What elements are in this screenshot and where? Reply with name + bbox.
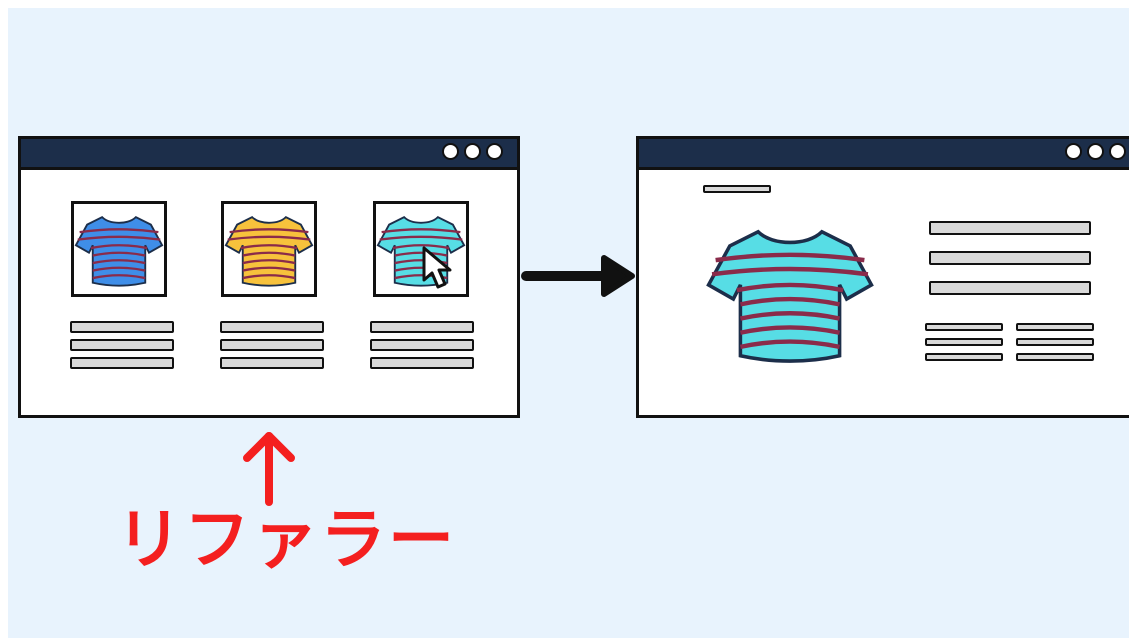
- product-card-yellow[interactable]: [221, 201, 317, 297]
- window-titlebar: [21, 139, 517, 170]
- yellow-striped-tshirt-icon: [224, 216, 314, 287]
- product-detail-line: [1016, 353, 1094, 361]
- window-control-dot: [1065, 143, 1082, 160]
- arrow-right-icon: [521, 255, 635, 297]
- product-text-line: [220, 321, 324, 333]
- product-detail-line: [925, 323, 1003, 331]
- product-text-line: [220, 339, 324, 351]
- product-detail-window: [636, 136, 1129, 418]
- window-control-dot: [464, 143, 481, 160]
- window-control-dot: [1109, 143, 1126, 160]
- product-title-line: [929, 251, 1091, 265]
- mouse-pointer-icon: [422, 246, 452, 289]
- product-title-line: [929, 281, 1091, 295]
- product-detail-line: [1016, 338, 1094, 346]
- product-text-line: [70, 339, 174, 351]
- product-text-line: [220, 357, 324, 369]
- product-list-window: [18, 136, 520, 418]
- window-control-dot: [1087, 143, 1104, 160]
- product-text-line: [370, 321, 474, 333]
- product-detail-line: [1016, 323, 1094, 331]
- cyan-striped-tshirt-icon: [706, 230, 874, 363]
- arrow-up-icon: [243, 432, 295, 506]
- product-text-line: [70, 321, 174, 333]
- product-text-line: [370, 339, 474, 351]
- breadcrumb-line: [703, 185, 771, 193]
- window-control-dot: [442, 143, 459, 160]
- product-text-line: [70, 357, 174, 369]
- product-text-line: [370, 357, 474, 369]
- product-detail-line: [925, 338, 1003, 346]
- product-card-blue[interactable]: [71, 201, 167, 297]
- window-control-dot: [486, 143, 503, 160]
- product-card-cyan[interactable]: [373, 201, 469, 297]
- referrer-label: リファラー: [116, 501, 456, 578]
- blue-striped-tshirt-icon: [74, 216, 164, 287]
- product-detail-line: [925, 353, 1003, 361]
- product-title-line: [929, 221, 1091, 235]
- window-titlebar: [639, 139, 1129, 170]
